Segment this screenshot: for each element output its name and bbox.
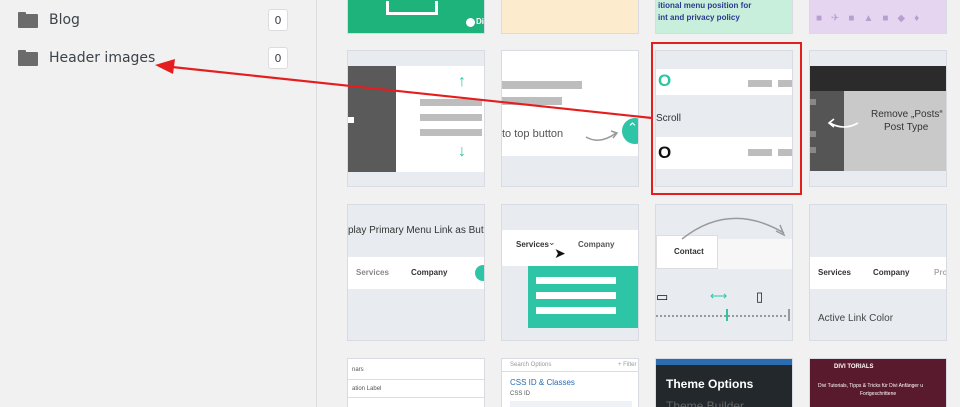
logo-text: Di <box>476 17 484 26</box>
button-icon <box>475 265 484 281</box>
folder-icon <box>18 12 38 28</box>
menu-dot <box>810 99 816 105</box>
field-label: + Filter <box>618 362 637 368</box>
media-tile-back-to-top[interactable]: to top button ⌃ <box>501 50 639 187</box>
media-grid: Di itional menu position for int and pri… <box>317 0 960 407</box>
media-tile-dropdown-menu[interactable]: Services ⌄ Company ➤ <box>501 204 639 341</box>
menu-bar <box>778 149 792 156</box>
folder-count-badge: 0 <box>268 47 288 69</box>
top-bar <box>656 359 792 365</box>
logo-o: O <box>658 143 672 162</box>
thumb-shape <box>386 1 438 15</box>
tile-caption: Active Link Color <box>818 313 894 324</box>
menu-dot <box>810 131 816 137</box>
text-bar <box>420 114 482 121</box>
folder-item-header-images[interactable]: Header images 0 <box>18 46 288 70</box>
media-tile-primary-menu-button[interactable]: play Primary Menu Link as But Services C… <box>347 204 485 341</box>
logo-o: O <box>658 71 672 90</box>
tile-caption: Divi Tutorials, Tipps & Tricks für Divi … <box>818 383 924 389</box>
tile-caption: Remove „Posts“ <box>871 109 943 120</box>
header-bar <box>656 69 792 95</box>
tile-caption: itional menu position for <box>658 1 752 10</box>
brand-label: DIVI TORIALS <box>834 364 874 370</box>
nav-item: Services <box>516 240 549 249</box>
dark-bar <box>810 66 946 91</box>
tile-caption: int and privacy policy <box>658 13 740 22</box>
menu-item: Theme Options <box>666 377 754 391</box>
nav-item: Services <box>818 268 851 277</box>
tile-caption: Fortgeschrittene <box>860 391 897 397</box>
divider <box>502 371 638 372</box>
nav-item: Company <box>578 240 615 249</box>
folder-label: Blog <box>49 12 80 28</box>
input-field <box>510 401 632 407</box>
icon-row: ■✈■▲■◆♦ <box>816 13 929 24</box>
menu-item: Theme Builder <box>666 399 745 407</box>
laptop-icon: ▭ <box>656 289 669 304</box>
table-divider <box>348 397 484 398</box>
table-cell: nars <box>352 367 364 373</box>
text-bar <box>502 97 562 105</box>
field-label: CSS ID <box>510 391 531 397</box>
folder-label: Header images <box>49 50 156 66</box>
dotted-line <box>656 315 792 317</box>
folder-sidebar: Blog 0 Header images 0 <box>0 0 316 407</box>
curved-arrow-icon <box>827 118 859 128</box>
table-cell: ation Label <box>352 386 382 392</box>
arrow-down-icon: ↓ <box>458 143 466 160</box>
text-bar <box>502 81 582 89</box>
media-tile-active-link-color[interactable]: Services Company Pro Active Link Color <box>809 204 947 341</box>
menu-bar <box>536 292 616 299</box>
table-divider <box>348 379 484 380</box>
nav-item: Company <box>873 268 910 277</box>
media-tile-green[interactable]: Di <box>347 0 485 34</box>
menu-dot <box>810 147 816 153</box>
tile-caption: Scroll <box>656 113 682 124</box>
menu-bar <box>748 149 772 156</box>
section-title: CSS ID & Classes <box>510 378 575 387</box>
folder-item-blog[interactable]: Blog 0 <box>18 8 288 32</box>
menu-bar <box>748 80 772 87</box>
media-tile-purple-icons[interactable]: ■✈■▲■◆♦ <box>809 0 947 34</box>
logo-icon <box>466 18 475 27</box>
breakpoint-marker <box>788 309 790 321</box>
dark-panel <box>348 66 396 172</box>
header-bar <box>656 137 792 169</box>
folder-count-badge: 0 <box>268 9 288 31</box>
arrows-horizontal-icon: ⟷ <box>710 289 728 303</box>
tile-caption: play Primary Menu Link as But <box>348 225 484 236</box>
tile-caption: to top button <box>502 128 564 140</box>
media-tile-peach[interactable] <box>501 0 639 34</box>
text-bar <box>420 99 482 106</box>
media-tile-responsive-menu[interactable]: Contact ▭ ⟷ ▯ <box>655 204 793 341</box>
menu-bar <box>536 277 616 284</box>
tablet-icon: ▯ <box>756 289 764 304</box>
cursor-icon: ➤ <box>554 245 566 261</box>
home-icon <box>348 117 354 123</box>
media-tile-css-settings[interactable]: Search Options + Filter CSS ID & Classes… <box>501 358 639 407</box>
nav-item: Contact <box>674 247 704 256</box>
menu-bar <box>536 307 616 314</box>
breakpoint-marker <box>726 309 728 321</box>
nav-item: Services <box>356 268 389 277</box>
media-tile-theme-options[interactable]: Theme Options Theme Builder <box>655 358 793 407</box>
chevron-up-icon: ⌃ <box>627 120 638 135</box>
field-label: Search Options <box>510 362 552 368</box>
media-tile-remove-posts[interactable]: Remove „Posts“ Post Type <box>809 50 947 187</box>
media-tile-scroll-header[interactable]: O Scroll O <box>655 50 793 187</box>
curved-arrow-icon <box>681 217 786 240</box>
media-tile-scroll-arrows[interactable]: ↑ ↓ <box>347 50 485 187</box>
tile-caption: Post Type <box>884 122 929 133</box>
media-tile-divi-tutorials[interactable]: DIVI TORIALS Divi Tutorials, Tipps & Tri… <box>809 358 947 407</box>
nav-item: Company <box>411 268 448 277</box>
media-tile-table[interactable]: nars ation Label <box>347 358 485 407</box>
menu-bar <box>778 80 792 87</box>
curved-arrow-icon <box>585 130 619 141</box>
nav-item: Pro <box>934 268 947 277</box>
arrow-up-icon: ↑ <box>458 73 466 90</box>
text-bar <box>420 129 482 136</box>
folder-icon <box>18 50 38 66</box>
media-tile-menu-position[interactable]: itional menu position for int and privac… <box>655 0 793 34</box>
